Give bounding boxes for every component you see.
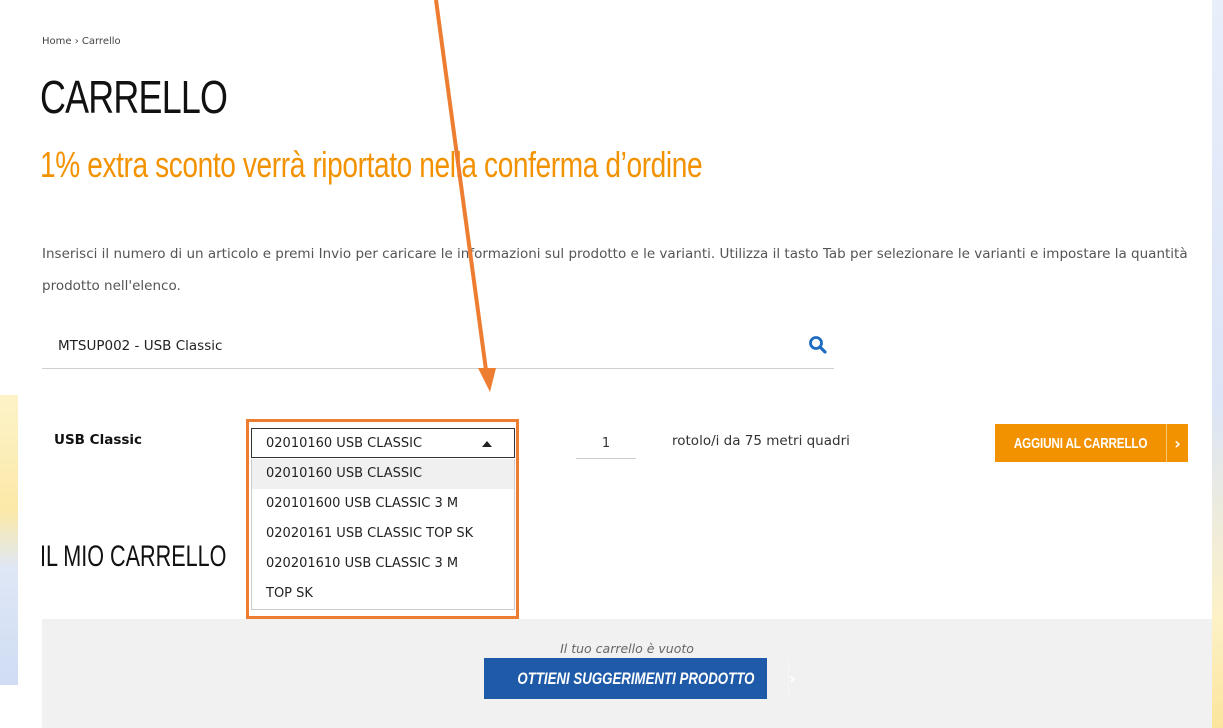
- chevron-right-icon: ›: [1166, 424, 1188, 462]
- empty-cart-text: Il tuo carrello è vuoto: [560, 641, 694, 656]
- cart-panel: Il tuo carrello è vuoto OTTIENI SUGGERIM…: [42, 619, 1212, 728]
- caret-up-icon: [482, 441, 492, 447]
- add-to-cart-button[interactable]: AGGIUNI AL CARRELLO ›: [995, 424, 1188, 462]
- search-input[interactable]: MTSUP002 - USB Classic: [42, 325, 834, 369]
- variant-dropdown-list: 02010160 USB CLASSIC 020101600 USB CLASS…: [251, 459, 515, 610]
- variant-select[interactable]: 02010160 USB CLASSIC: [251, 428, 515, 458]
- quantity-field[interactable]: 1: [576, 430, 636, 459]
- variant-option[interactable]: 020101600 USB CLASSIC 3 M: [252, 489, 514, 519]
- breadcrumb[interactable]: Home › Carrello: [42, 36, 121, 47]
- product-name: USB Classic: [54, 432, 143, 448]
- product-suggestions-label: OTTIENI SUGGERIMENTI PRODOTTO: [517, 668, 755, 688]
- page-title: CARRELLO: [40, 71, 228, 123]
- left-edge-decoration: [0, 395, 18, 685]
- chevron-right-icon: ›: [787, 658, 795, 699]
- search-input-value: MTSUP002 - USB Classic: [58, 338, 223, 354]
- add-to-cart-label: AGGIUNI AL CARRELLO: [1013, 434, 1148, 452]
- search-icon[interactable]: [808, 335, 828, 355]
- instructions-text: Inserisci il numero di un articolo e pre…: [42, 246, 1188, 294]
- unit-label: rotolo/i da 75 metri quadri: [672, 433, 850, 449]
- cart-title: IL MIO CARRELLO: [40, 540, 227, 573]
- variant-option[interactable]: 02020161 USB CLASSIC TOP SK: [252, 519, 514, 549]
- variant-option[interactable]: 020201610 USB CLASSIC 3 M TOP SK: [252, 549, 466, 609]
- right-edge-decoration: [1212, 0, 1223, 728]
- variant-option[interactable]: 02010160 USB CLASSIC: [252, 459, 514, 489]
- promo-banner-text: 1% extra sconto verrà riportato nella co…: [40, 144, 703, 185]
- variant-select-value: 02010160 USB CLASSIC: [266, 436, 423, 451]
- product-suggestions-button[interactable]: OTTIENI SUGGERIMENTI PRODOTTO ›: [484, 658, 795, 699]
